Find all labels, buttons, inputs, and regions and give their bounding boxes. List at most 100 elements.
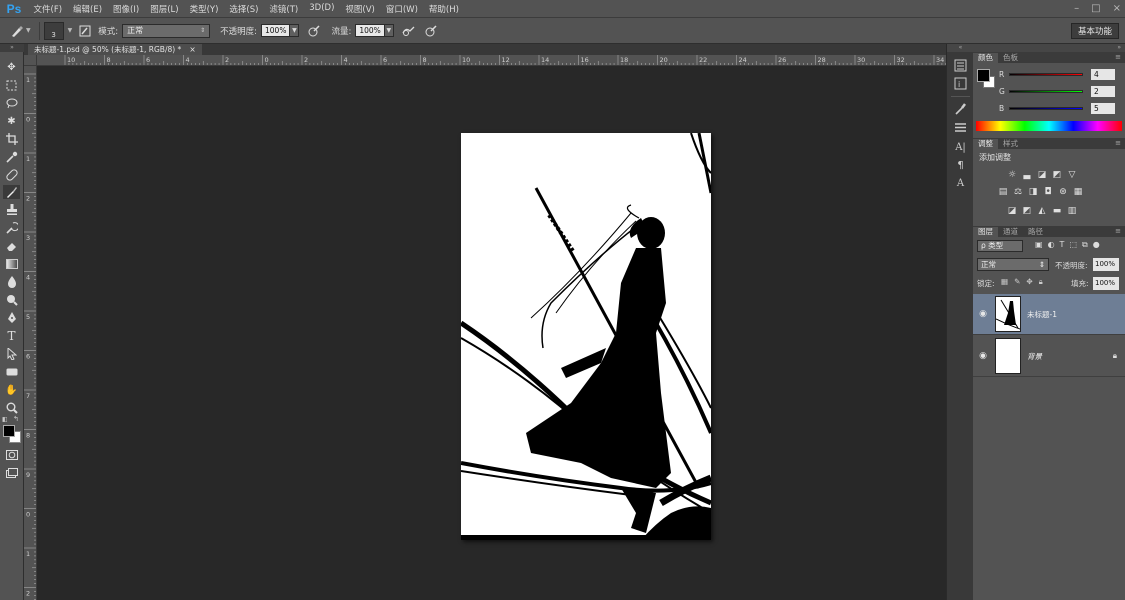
gradient-tool-icon[interactable] [3,257,20,271]
minimize-button[interactable]: – [1074,3,1079,14]
levels-icon[interactable]: ▃ [1021,169,1033,180]
move-tool-icon[interactable]: ✥ [3,60,20,74]
filter-adjustment-icon[interactable]: ◐ [1048,240,1055,250]
panel-menu-icon[interactable]: ≡ [1115,139,1121,147]
glyphs-panel-icon[interactable]: A [952,176,969,191]
red-slider[interactable] [1009,72,1083,76]
visibility-eye-icon[interactable]: ◉ [973,351,993,361]
brush-tool-icon[interactable] [3,185,20,199]
photo-filter-icon[interactable]: ◘ [1042,186,1054,197]
lasso-tool-icon[interactable] [3,96,20,110]
invert-icon[interactable]: ◪ [1006,205,1018,216]
pen-tool-icon[interactable] [3,311,20,325]
opacity-dropdown[interactable]: ▼ [290,24,300,37]
filter-type-icon[interactable]: T [1060,240,1065,250]
paragraph-panel-icon[interactable]: ¶ [952,158,969,173]
layer-row-background[interactable]: ◉ 背景 🔒︎ [973,336,1125,377]
ruler-origin[interactable] [24,55,37,66]
hue-saturation-icon[interactable]: ▤ [997,186,1009,197]
tab-paths[interactable]: 路径 [1023,227,1048,237]
visibility-eye-icon[interactable]: ◉ [973,309,993,319]
zoom-tool-icon[interactable] [3,401,20,415]
layer-name[interactable]: 背景 [1027,351,1113,362]
gradient-map-icon[interactable]: ▬ [1051,205,1063,216]
lock-transparent-icon[interactable]: ▦ [1001,277,1008,287]
menu-item[interactable]: 视图(V) [340,3,380,15]
default-colors-icon[interactable]: ◧ [2,416,8,423]
flow-input[interactable]: 100% [355,24,385,37]
layer-kind-filter[interactable]: ρ 类型 [977,240,1023,252]
quick-mask-icon[interactable] [3,448,20,462]
mode-select[interactable]: 正常 ⇕ [122,23,211,38]
path-selection-tool-icon[interactable] [3,347,20,361]
brush-panel-toggle-icon[interactable] [76,22,94,40]
lock-position-icon[interactable]: ✥ [1026,277,1032,287]
pressure-size-icon[interactable] [422,22,440,40]
layer-row-untitled[interactable]: ◉ 未标题-1 [973,294,1125,335]
marquee-tool-icon[interactable] [3,78,20,92]
character-panel-icon[interactable]: A| [952,140,969,155]
airbrush-icon[interactable] [400,22,418,40]
history-panel-icon[interactable] [952,58,969,73]
exposure-icon[interactable]: ◩ [1051,169,1063,180]
brush-size-dropdown[interactable]: ▼ [68,27,73,34]
brightness-contrast-icon[interactable]: ☼ [1006,169,1018,180]
document-canvas[interactable] [461,133,711,540]
vibrance-icon[interactable]: ▽ [1066,169,1078,180]
curves-icon[interactable]: ◪ [1036,169,1048,180]
menu-item[interactable]: 滤镜(T) [264,3,304,15]
layer-name[interactable]: 未标题-1 [1027,309,1125,320]
blue-slider[interactable] [1009,106,1083,110]
brush-presets-icon[interactable] [952,120,969,135]
panels-collapse-grip[interactable]: » [973,44,1125,52]
tab-layers[interactable]: 图层 [973,227,998,237]
healing-brush-tool-icon[interactable] [3,168,20,182]
eyedropper-tool-icon[interactable] [3,150,20,164]
swap-colors-icon[interactable]: ↰ [13,415,19,423]
panel-menu-icon[interactable]: ≡ [1115,53,1121,61]
color-balance-icon[interactable]: ⚖ [1012,186,1024,197]
hand-tool-icon[interactable]: ✋ [3,383,20,397]
blend-mode-select[interactable]: 正常 ⇕ [977,258,1049,271]
fill-input[interactable]: 100% [1093,277,1119,290]
screen-mode-icon[interactable] [3,466,20,480]
maximize-button[interactable]: □ [1091,3,1100,14]
toolbar-grip[interactable]: » [0,44,24,52]
dodge-tool-icon[interactable] [3,293,20,307]
flow-dropdown[interactable]: ▼ [384,24,394,37]
brush-size-picker[interactable]: 3 [43,21,64,40]
info-panel-icon[interactable]: i [952,76,969,91]
lock-all-icon[interactable]: 🔒︎ [1039,277,1043,287]
dock-grip[interactable]: « [947,44,974,52]
menu-item[interactable]: 编辑(E) [68,3,108,15]
menu-item[interactable]: 图像(I) [108,3,145,15]
lock-pixels-icon[interactable]: ✎ [1014,277,1020,287]
magic-wand-tool-icon[interactable]: ✱ [3,114,20,128]
tab-styles[interactable]: 样式 [998,139,1023,149]
menu-item[interactable]: 类型(Y) [184,3,224,15]
brush-preset-dropdown[interactable]: ▼ [26,27,31,34]
black-white-icon[interactable]: ◨ [1027,186,1039,197]
rectangle-tool-icon[interactable] [3,365,20,379]
pressure-opacity-icon[interactable] [305,22,323,40]
tab-channels[interactable]: 通道 [998,227,1023,237]
close-tab-icon[interactable]: × [189,45,195,54]
canvas-area[interactable] [37,66,946,600]
green-value[interactable]: 2 [1091,85,1115,97]
threshold-icon[interactable]: ◭ [1036,205,1048,216]
workspace-switcher-button[interactable]: 基本功能 [1070,23,1119,39]
menu-item[interactable]: 3D(D) [304,3,340,15]
document-tab[interactable]: 未标题-1.psd @ 50% (未标题-1, RGB/8) * × [28,44,202,55]
history-brush-tool-icon[interactable] [3,221,20,235]
brush-settings-icon[interactable] [952,102,969,117]
menu-item[interactable]: 窗口(W) [380,3,423,15]
menu-item[interactable]: 选择(S) [224,3,264,15]
clone-stamp-tool-icon[interactable] [3,203,20,217]
color-lookup-icon[interactable]: ▦ [1072,186,1084,197]
color-spectrum-bar[interactable] [976,121,1122,131]
tab-swatches[interactable]: 色板 [998,53,1023,63]
crop-tool-icon[interactable] [3,132,20,146]
panel-menu-icon[interactable]: ≡ [1115,227,1121,235]
foreground-color-swatch[interactable] [3,425,15,437]
filter-shape-icon[interactable]: ⬚ [1069,240,1077,250]
